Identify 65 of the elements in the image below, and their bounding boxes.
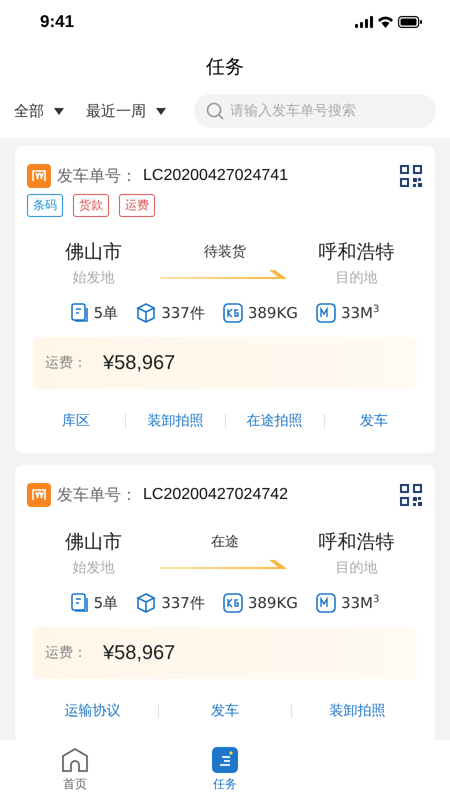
- search-icon: [206, 102, 224, 120]
- fee-label: 运费：: [45, 644, 87, 662]
- page-title: 任务: [205, 55, 245, 80]
- task-list-icon: [212, 747, 238, 773]
- card-action-link[interactable]: 在途拍照: [226, 412, 324, 430]
- filter-dropdown[interactable]: 最近一周: [86, 102, 166, 120]
- tab-bar-item[interactable]: 首页: [0, 740, 150, 800]
- kg-icon: [222, 303, 243, 323]
- tag: 条码: [27, 194, 63, 217]
- origin-label: 始发地: [72, 269, 114, 287]
- destination-label: 目的地: [336, 269, 378, 287]
- dropdown-caret-icon: [156, 108, 166, 114]
- dropdown-caret-icon: [54, 108, 64, 114]
- wifi-icon: [378, 16, 393, 28]
- tag: 运费: [119, 194, 155, 217]
- home-icon: [61, 747, 89, 773]
- tab-bar-item[interactable]: 任务: [150, 740, 300, 800]
- stat-value: 337件: [161, 594, 205, 612]
- document-icon: [70, 593, 89, 613]
- battery-icon: [398, 16, 422, 28]
- destination-city: 呼和浩特: [318, 530, 394, 555]
- origin-city: 佛山市: [65, 530, 122, 555]
- order-card[interactable]: 发车单号： LC20200427024742 佛山市 始发地 在途 呼和浩特 目的地 5单 337件 389KG 33M$^{3}$ 运费： ¥58,967 运输协议 发车 装卸拍照: [15, 465, 435, 740]
- origin-city: 佛山市: [65, 240, 122, 265]
- stat-value: 33M$^{3}$: [340, 304, 380, 322]
- order-number: LC20200427024742: [143, 486, 290, 504]
- card-action-link[interactable]: 装卸拍照: [292, 702, 423, 720]
- signal-icon: [355, 16, 373, 28]
- order-number: LC20200427024741: [143, 167, 290, 185]
- stat-value: 337件: [161, 304, 205, 322]
- order-card[interactable]: 发车单号： LC20200427024741 条码 货款 运费 佛山市 始发地 待装货 呼和浩特 目的地 5单 337件 389KG 33M$^{3}$ 运费： ¥58,967 库区 装卸拍照 在途拍照 发车: [15, 146, 435, 453]
- stat-value: 389KG: [248, 594, 298, 612]
- qr-code-icon[interactable]: [399, 164, 423, 188]
- destination-label: 目的地: [336, 559, 378, 577]
- tag: 货款: [73, 194, 109, 217]
- stat-value: 33M$^{3}$: [340, 594, 380, 612]
- cubic-meter-icon: [316, 593, 336, 613]
- fee-amount: ¥58,967: [103, 642, 176, 664]
- stat-value: 5单: [94, 304, 118, 322]
- cubic-meter-icon: [316, 303, 336, 323]
- card-action-link[interactable]: 发车: [324, 412, 423, 430]
- stat-value: 389KG: [248, 304, 298, 322]
- card-action-link[interactable]: 装卸拍照: [126, 412, 224, 430]
- order-number-label: 发车单号：: [57, 484, 137, 506]
- document-icon: [70, 303, 89, 323]
- shipment-status: 待装货: [204, 243, 246, 261]
- web-order-icon: [27, 483, 51, 507]
- card-action-link[interactable]: 库区: [27, 412, 126, 430]
- status-time: 9:41: [40, 12, 74, 32]
- order-number-label: 发车单号：: [57, 166, 137, 186]
- filter-dropdown[interactable]: 全部: [14, 102, 64, 120]
- fee-label: 运费：: [45, 354, 87, 372]
- box-icon: [136, 593, 156, 613]
- stat-value: 5单: [94, 594, 118, 612]
- origin-label: 始发地: [72, 559, 114, 577]
- box-icon: [136, 303, 156, 323]
- web-order-icon: [27, 164, 51, 188]
- kg-icon: [222, 593, 243, 613]
- card-action-link[interactable]: 发车: [159, 702, 291, 720]
- shipment-status: 在途: [211, 533, 239, 551]
- qr-code-icon[interactable]: [399, 483, 423, 507]
- fee-amount: ¥58,967: [103, 352, 176, 374]
- search-field[interactable]: 请输入发车单号搜索: [194, 94, 436, 128]
- destination-city: 呼和浩特: [318, 240, 394, 265]
- card-action-link[interactable]: 运输协议: [27, 702, 158, 720]
